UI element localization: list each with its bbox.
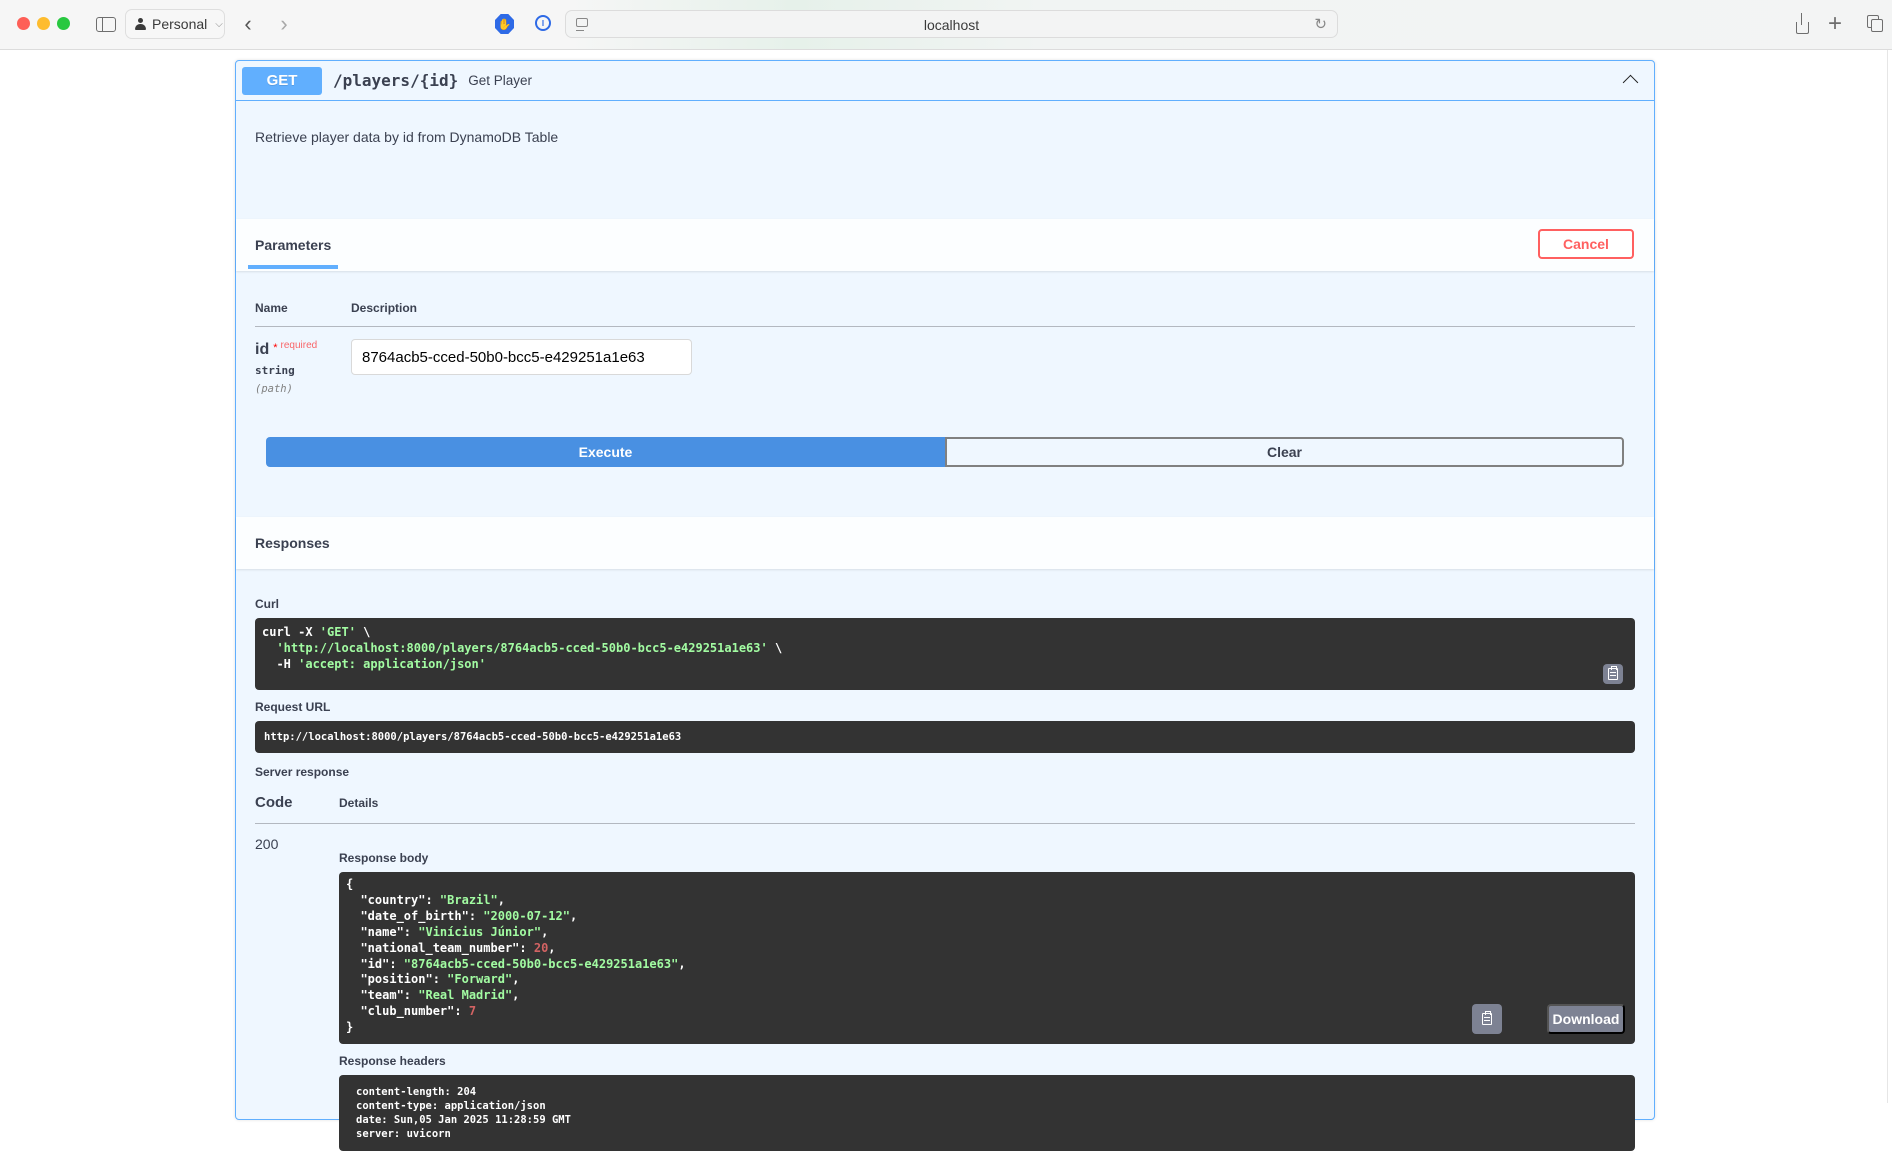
forward-button[interactable]: › <box>276 11 292 36</box>
response-body-label: Response body <box>339 851 429 865</box>
plus-icon[interactable]: + <box>1826 10 1844 37</box>
person-icon <box>135 18 146 30</box>
response-headers[interactable]: content-length: 204 content-type: applica… <box>339 1075 1635 1151</box>
required-label: required <box>280 340 318 351</box>
request-url[interactable]: http://localhost:8000/players/8764acb5-c… <box>255 721 1635 753</box>
json-field: "country": "Brazil", <box>346 892 505 907</box>
reload-icon[interactable]: ↻ <box>1314 15 1327 33</box>
json-brace-open: { <box>346 877 354 891</box>
profile-switcher[interactable]: Personal ⌵ <box>125 9 225 39</box>
status-code: 200 <box>255 836 279 852</box>
parameter-name: id <box>255 341 270 358</box>
column-name-header: Name <box>255 301 288 315</box>
cancel-button[interactable]: Cancel <box>1538 229 1634 259</box>
json-field: "team": "Real Madrid", <box>346 988 520 1003</box>
operation-summary[interactable]: GET /players/{id} Get Player <box>236 61 1654 101</box>
responses-section-header: Responses <box>236 517 1654 569</box>
parameters-table-header: Name Description <box>255 271 1635 327</box>
copy-to-clipboard-icon[interactable] <box>1472 1004 1502 1034</box>
curl-line: curl -X 'GET' \ <box>262 625 371 639</box>
tabs-overview-icon[interactable] <box>1865 12 1885 36</box>
parameters-table: Name Description id * required string (pat… <box>236 271 1654 437</box>
browser-toolbar: Personal ⌵ ‹ › ✋ I localhost ↻ + <box>0 0 1892 50</box>
response-body[interactable]: { "country": "Brazil", "date_of_birth": … <box>339 872 1635 1044</box>
hand-block-extension-icon[interactable]: ✋ <box>495 14 514 34</box>
minimize-window-button[interactable] <box>37 17 50 30</box>
responses-body: Curl curl -X 'GET' \ 'http://localhost:8… <box>236 569 1654 1151</box>
header-line: content-type: application/json <box>356 1100 546 1112</box>
json-field: "position": "Forward", <box>346 972 520 987</box>
response-json: { "country": "Brazil", "date_of_birth": … <box>346 877 1628 1036</box>
page-edge <box>1887 50 1888 1103</box>
password-extension-icon[interactable]: I <box>535 15 551 31</box>
operation-description: Retrieve player data by id from DynamoDB… <box>255 129 559 145</box>
close-window-button[interactable] <box>17 17 30 30</box>
execute-button[interactable]: Execute <box>266 437 945 467</box>
header-line: content-length: 204 <box>356 1086 477 1098</box>
json-field: "name": "Vinícius Júnior", <box>346 924 549 939</box>
parameter-type: string <box>255 364 295 377</box>
share-icon[interactable] <box>1793 12 1811 36</box>
curl-line: -H 'accept: application/json' <box>262 657 486 671</box>
http-method-badge: GET <box>242 66 322 95</box>
response-table-header: Code Details <box>255 794 1635 824</box>
address-bar[interactable]: localhost ↻ <box>565 10 1338 38</box>
endpoint-path: /players/{id} <box>333 71 459 90</box>
json-field: "national_team_number": 20, <box>346 940 556 955</box>
execute-wrapper: Execute Clear <box>236 437 1654 517</box>
chevron-up-icon[interactable] <box>1620 69 1642 91</box>
operation-block: GET /players/{id} Get Player Retrieve pl… <box>235 60 1655 1151</box>
curl-line: 'http://localhost:8000/players/8764acb5-… <box>276 641 783 655</box>
response-row: 200 Response body { "country": "Brazil",… <box>255 824 1635 1151</box>
json-brace-close: } <box>346 1020 354 1035</box>
zoom-window-button[interactable] <box>57 17 70 30</box>
parameter-location: (path) <box>255 383 293 395</box>
server-response-label: Server response <box>255 765 350 779</box>
curl-command[interactable]: curl -X 'GET' \ 'http://localhost:8000/p… <box>255 618 1635 690</box>
details-header: Details <box>339 795 379 810</box>
operation-summary-text: Get Player <box>468 73 533 88</box>
parameter-row: id * required string (path) <box>255 327 1635 437</box>
copy-to-clipboard-icon[interactable] <box>1603 664 1623 684</box>
header-line: date: Sun,05 Jan 2025 11:28:59 GMT <box>356 1114 571 1126</box>
id-parameter-input[interactable] <box>351 339 692 375</box>
sidebar-toggle-icon[interactable] <box>94 12 118 36</box>
json-field: "club_number": 7 <box>346 1004 477 1019</box>
column-description-header: Description <box>351 301 418 315</box>
download-button[interactable]: Download <box>1547 1004 1625 1034</box>
code-header: Code <box>255 794 293 811</box>
clear-button[interactable]: Clear <box>945 437 1624 467</box>
tab-parameters[interactable]: Parameters <box>247 237 339 269</box>
json-field: "id": "8764acb5-cced-50b0-bcc5-e429251a1… <box>346 956 686 971</box>
json-field: "date_of_birth": "2000-07-12", <box>346 908 578 923</box>
header-line: server: uvicorn <box>356 1128 451 1140</box>
url-text[interactable]: localhost <box>566 17 1337 33</box>
parameters-section-header: Parameters Cancel <box>236 219 1654 271</box>
profile-label: Personal <box>152 16 208 32</box>
back-button[interactable]: ‹ <box>240 11 256 36</box>
curl-label: Curl <box>255 597 279 611</box>
required-star: * <box>273 342 278 354</box>
chevron-down-icon: ⌵ <box>215 18 223 30</box>
